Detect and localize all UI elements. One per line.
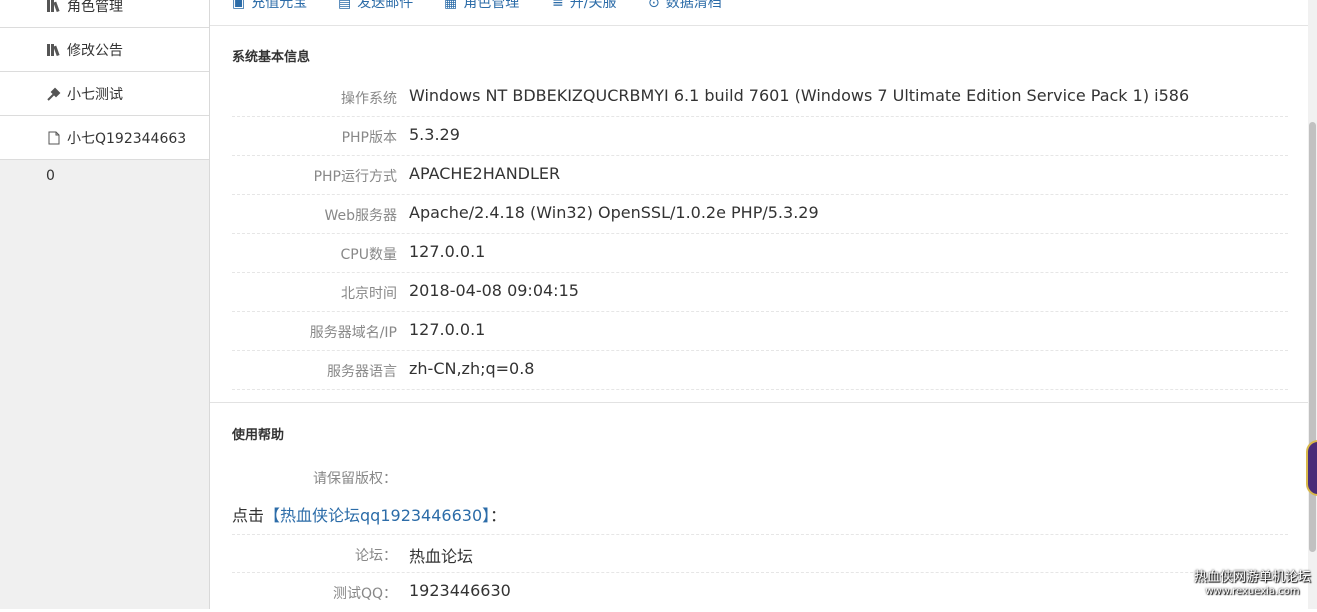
info-label: 北京时间: [341, 283, 397, 303]
clean-icon: ⊙: [648, 0, 660, 11]
info-row-php-mode: PHP运行方式 APACHE2HANDLER: [232, 156, 1288, 195]
info-row-php-version: PHP版本 5.3.29: [232, 117, 1288, 156]
top-server-toggle-button[interactable]: ≡开/关服: [552, 0, 616, 12]
info-value: 127.0.0.1: [409, 320, 485, 339]
info-value: Windows NT BDBEKIZQUCRBMYI 6.1 build 760…: [409, 86, 1189, 105]
help-label: 测试QQ：: [333, 583, 397, 603]
help-row-forum: 论坛： 热血论坛: [232, 534, 1288, 573]
sidebar-item-role-management[interactable]: 角色管理: [0, 0, 209, 28]
info-label: Web服务器: [324, 205, 397, 225]
help-label: 论坛：: [355, 545, 397, 565]
role-icon: ▦: [444, 0, 457, 11]
info-row-cpu: CPU数量 127.0.0.1: [232, 234, 1288, 273]
info-label: 操作系统: [341, 88, 397, 108]
bar-chart-icon: [45, 0, 63, 12]
info-row-os: 操作系统 Windows NT BDBEKIZQUCRBMYI 6.1 buil…: [232, 78, 1288, 117]
watermark-url: www.rexuexia.com: [1194, 585, 1311, 599]
floating-widget[interactable]: [1306, 440, 1317, 496]
sidebar-item-xiaoqi-qq[interactable]: 小七Q192344663: [0, 116, 209, 160]
system-info-title: 系统基本信息: [232, 46, 310, 65]
watermark: 热血侠网游单机论坛 www.rexuexia.com: [1194, 571, 1311, 599]
top-data-clear-button[interactable]: ⊙数据清档: [648, 0, 722, 12]
help-click-suffix: ：: [490, 506, 506, 525]
info-label: CPU数量: [341, 244, 397, 264]
top-role-management-button[interactable]: ▦角色管理: [444, 0, 519, 12]
top-send-mail-button[interactable]: ▤发送邮件: [338, 0, 413, 12]
info-value: APACHE2HANDLER: [409, 164, 560, 183]
help-title: 使用帮助: [232, 424, 284, 443]
recharge-icon: ▣: [232, 0, 245, 11]
info-value: Apache/2.4.18 (Win32) OpenSSL/1.0.2e PHP…: [409, 203, 819, 222]
sidebar-item-label: 小七Q192344663: [67, 128, 186, 148]
bar-chart-icon: [45, 44, 63, 56]
sidebar-item-label: 角色管理: [67, 0, 123, 16]
help-row-test-qq: 测试QQ： 1923446630: [232, 573, 1288, 612]
help-click-line: 点击【热血侠论坛qq1923446630】：: [232, 502, 506, 526]
sidebar-item-label: 小七测试: [67, 84, 123, 104]
info-value: zh-CN,zh;q=0.8: [409, 359, 534, 378]
mail-icon: ▤: [338, 0, 351, 11]
help-click-prefix: 点击: [232, 506, 264, 525]
section-divider: [210, 402, 1308, 403]
top-recharge-button[interactable]: ▣充值元宝: [232, 0, 307, 12]
forum-link[interactable]: 【热血侠论坛qq1923446630】: [264, 506, 490, 525]
sidebar-item-edit-notice[interactable]: 修改公告: [0, 28, 209, 72]
sidebar-item-xiaoqi-test[interactable]: 小七测试: [0, 72, 209, 116]
info-row-web-server: Web服务器 Apache/2.4.18 (Win32) OpenSSL/1.0…: [232, 195, 1288, 234]
wrench-icon: [45, 87, 63, 101]
help-value: 热血论坛: [409, 543, 473, 567]
info-value: 127.0.0.1: [409, 242, 485, 261]
file-icon: [45, 131, 63, 145]
info-row-server-language: 服务器语言 zh-CN,zh;q=0.8: [232, 351, 1288, 390]
menu-icon: ≡: [552, 0, 564, 11]
watermark-title: 热血侠网游单机论坛: [1194, 571, 1311, 585]
sidebar-extra-text: 0: [46, 168, 55, 184]
info-row-server-domain: 服务器域名/IP 127.0.0.1: [232, 312, 1288, 351]
info-value: 2018-04-08 09:04:15: [409, 281, 579, 300]
top-action-bar: ▣充值元宝 ▤发送邮件 ▦角色管理 ≡开/关服 ⊙数据清档: [210, 0, 1308, 26]
info-value: 5.3.29: [409, 125, 460, 144]
sidebar-item-label: 修改公告: [67, 40, 123, 60]
help-label: 请保留版权：: [313, 468, 397, 488]
info-row-beijing-time: 北京时间 2018-04-08 09:04:15: [232, 273, 1288, 312]
main-content: 系统基本信息 操作系统 Windows NT BDBEKIZQUCRBMYI 6…: [210, 26, 1308, 609]
info-label: PHP运行方式: [314, 166, 397, 186]
info-label: 服务器域名/IP: [310, 322, 397, 342]
info-label: PHP版本: [342, 127, 397, 147]
sidebar: 角色管理 修改公告 小七测试 小七Q192344663 0: [0, 0, 210, 609]
vertical-scrollbar[interactable]: [1308, 0, 1317, 609]
info-label: 服务器语言: [327, 361, 397, 381]
help-row-copyright: 请保留版权：: [232, 458, 1288, 497]
help-value: 1923446630: [409, 581, 511, 600]
